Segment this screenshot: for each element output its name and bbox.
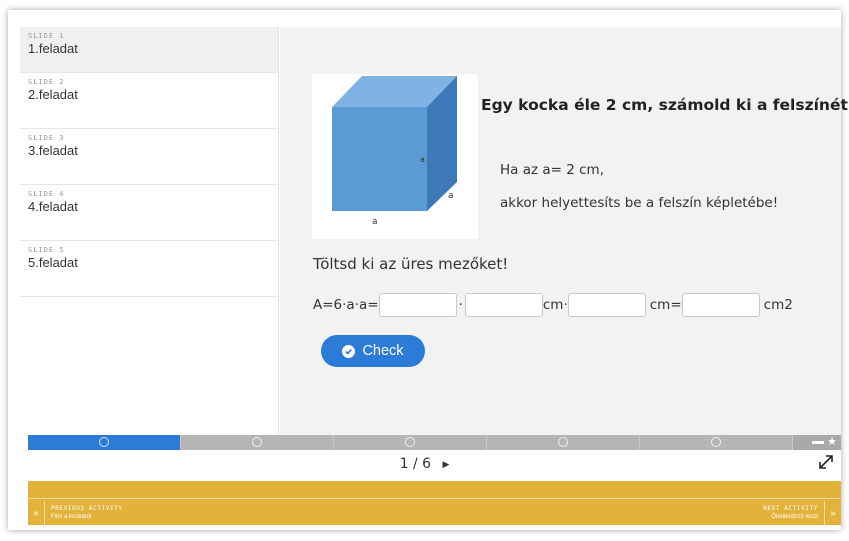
cube-illustration: a a a [332, 76, 457, 227]
previous-activity-title: Film a kockáról [51, 514, 92, 520]
activity-navigation: « PREVIOUS ACTIVITY Film a kockáról NEXT… [28, 481, 841, 525]
slide-label: 1.feladat [28, 41, 78, 56]
fullscreen-icon[interactable] [817, 453, 835, 471]
answer-field-2[interactable] [464, 293, 543, 317]
formula-unit-2: cm= [649, 297, 682, 313]
answer-field-1[interactable] [378, 293, 457, 317]
check-label: Check [362, 343, 404, 359]
progress-segment-4[interactable] [487, 435, 640, 450]
answer-field-4[interactable] [681, 293, 760, 317]
progress-segment-2[interactable] [181, 435, 334, 450]
cube-image: a a a [312, 74, 478, 239]
slide-kicker: SLIDE 3 [28, 134, 65, 142]
task-hint: akkor helyettesíts be a felszín képletéb… [500, 195, 779, 211]
slide-progress-bar: ★ [28, 435, 841, 450]
cube-label-bottom: a [372, 217, 378, 227]
next-activity-link[interactable]: NEXT ACTIVITY Önellenőrző teszt » [757, 501, 841, 525]
check-button[interactable]: Check [321, 335, 425, 367]
next-slide-icon[interactable]: ▶ [442, 460, 449, 470]
progress-segment-3[interactable] [334, 435, 487, 450]
slide-kicker: SLIDE 1 [28, 32, 65, 40]
task-given: Ha az a= 2 cm, [500, 162, 604, 178]
slide-kicker: SLIDE 4 [28, 190, 65, 198]
next-activity-kicker: NEXT ACTIVITY [763, 505, 818, 512]
sidebar-item-slide-3[interactable]: SLIDE 3 3.feladat [20, 129, 278, 185]
slide-label: 5.feladat [28, 255, 78, 270]
formula-unit-3: cm2 [763, 297, 793, 313]
task-instruction: Töltsd ki az üres mezőket! [313, 255, 509, 273]
sidebar-item-slide-5[interactable]: SLIDE 5 5.feladat [20, 241, 278, 297]
pager: 1 / 6 ▶ [0, 456, 849, 472]
slide-kicker: SLIDE 5 [28, 246, 65, 254]
slide-label: 4.feladat [28, 199, 78, 214]
sidebar-item-slide-1[interactable]: SLIDE 1 1.feladat [20, 27, 278, 73]
slide-label: 2.feladat [28, 87, 78, 102]
previous-activity-kicker: PREVIOUS ACTIVITY [51, 505, 123, 512]
slide-label: 3.feladat [28, 143, 78, 158]
progress-segment-1[interactable] [28, 435, 181, 450]
dash-icon [812, 441, 824, 444]
slide-kicker: SLIDE 2 [28, 78, 65, 86]
sidebar-item-slide-2[interactable]: SLIDE 2 2.feladat [20, 73, 278, 129]
chevron-right-icon: » [830, 507, 836, 519]
slide-content: a a a Egy kocka éle 2 cm, számold ki a f… [280, 27, 849, 435]
next-activity-title: Önellenőrző teszt [771, 514, 818, 520]
sidebar-item-slide-4[interactable]: SLIDE 4 4.feladat [20, 185, 278, 241]
cube-label-right: a [448, 191, 454, 201]
formula-row: A=6·a·a= · cm· cm= cm2 [313, 293, 793, 317]
formula-prefix: A=6·a·a= [313, 297, 379, 313]
previous-activity-link[interactable]: « PREVIOUS ACTIVITY Film a kockáról [28, 501, 129, 525]
progress-segment-5[interactable] [640, 435, 793, 450]
answer-field-3[interactable] [567, 293, 646, 317]
progress-segment-final[interactable]: ★ [793, 435, 841, 450]
check-circle-icon [342, 344, 356, 358]
star-icon: ★ [827, 436, 837, 448]
chevron-left-icon: « [33, 507, 39, 519]
slide-sidebar: SLIDE 1 1.feladat SLIDE 2 2.feladat SLID… [20, 27, 279, 435]
formula-separator: · [458, 297, 463, 313]
task-heading: Egy kocka éle 2 cm, számold ki a felszín… [481, 96, 849, 114]
cube-label-side: a [420, 155, 425, 164]
page-indicator: 1 / 6 [399, 456, 432, 472]
formula-unit-1: cm· [542, 297, 568, 313]
